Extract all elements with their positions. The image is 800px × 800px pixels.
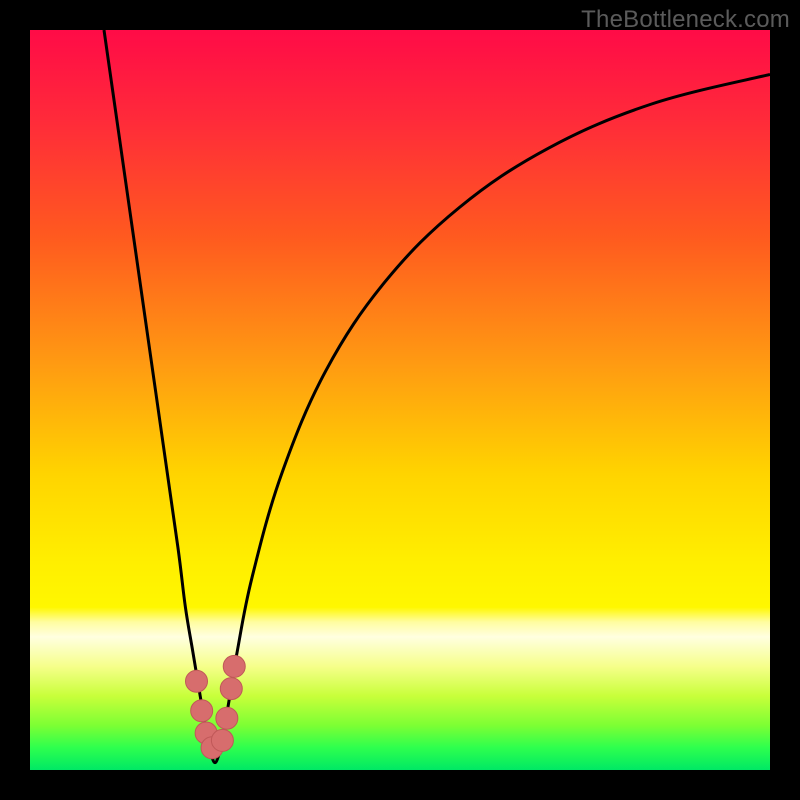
marker-dot [186,670,208,692]
curve-layer [30,30,770,770]
marker-dot [216,707,238,729]
curve-left-branch [104,30,208,740]
marker-dot [191,700,213,722]
plot-area [30,30,770,770]
curve-right-branch [222,74,770,740]
marker-dot [220,678,242,700]
chart-stage: TheBottleneck.com [0,0,800,800]
marker-dot [223,655,245,677]
markers-group [186,655,246,758]
marker-dot [211,729,233,751]
